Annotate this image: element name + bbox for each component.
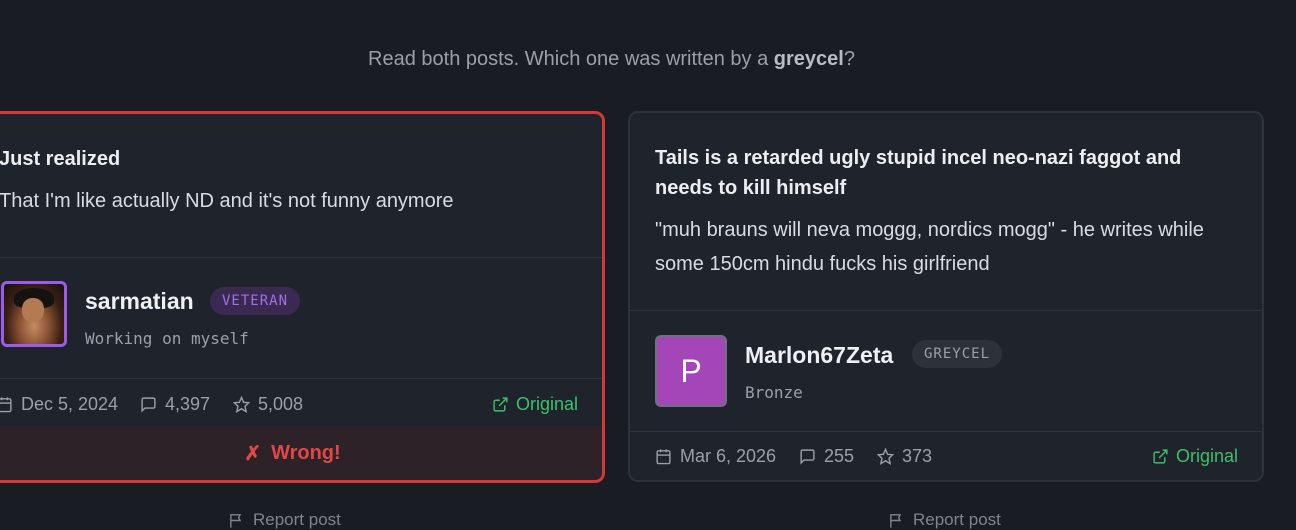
star-icon [877, 448, 894, 465]
comment-icon [141, 397, 156, 413]
star-icon [233, 396, 250, 413]
star-count: 373 [902, 446, 933, 466]
post-card-right[interactable]: Tails is a retarded ugly stupid incel ne… [628, 111, 1264, 482]
cross-icon: ✗ [244, 442, 262, 465]
stars-stat: 373 [877, 446, 932, 467]
original-label: Original [516, 394, 579, 414]
report-post-left[interactable]: Report post [228, 510, 341, 530]
post-content: Just realized That I'm like actually ND … [0, 114, 602, 218]
report-label: Report post [253, 510, 341, 529]
user-subtitle: Working on myself [85, 329, 249, 348]
post-date: Dec 5, 2024 [21, 394, 119, 414]
original-link[interactable]: Original [492, 394, 578, 415]
flag-icon [230, 513, 242, 528]
flag-icon [890, 513, 902, 528]
question-highlight: greycel [773, 48, 844, 70]
reply-count: 255 [824, 446, 855, 466]
post-stats: Dec 5, 2024 4,397 5,008 Original [0, 394, 602, 418]
reply-count: 4,397 [165, 394, 211, 414]
comment-icon [800, 449, 815, 465]
avatar[interactable] [1, 281, 67, 347]
result-label: Wrong! [271, 441, 341, 464]
rank-badge: VETERAN [210, 287, 301, 315]
report-label: Report post [913, 510, 1001, 529]
divider [630, 431, 1262, 432]
question-prefix: Read both posts. Which one was written b… [368, 48, 774, 70]
post-title: Just realized [0, 148, 121, 170]
star-count: 5,008 [258, 394, 304, 414]
question-suffix: ? [843, 48, 855, 70]
calendar-icon [656, 449, 671, 465]
post-date: Mar 6, 2026 [680, 446, 777, 466]
author-row: P Marlon67Zeta GREYCEL Bronze [630, 335, 1262, 407]
external-link-icon [493, 397, 508, 412]
external-link-icon [1153, 449, 1168, 464]
report-post-right[interactable]: Report post [888, 510, 1001, 530]
divider [0, 257, 602, 258]
date-stat: Dec 5, 2024 [0, 394, 118, 415]
post-title: Tails is a retarded ugly stupid incel ne… [655, 147, 1182, 199]
stars-stat: 5,008 [233, 394, 303, 415]
wrong-result-banner: ✗ Wrong! [0, 426, 602, 480]
question-prompt: Read both posts. Which one was written b… [0, 48, 1223, 71]
author-row: sarmatian VETERAN Working on myself [0, 281, 602, 361]
divider [0, 378, 602, 379]
user-subtitle: Bronze [745, 383, 803, 402]
replies-stat: 4,397 [140, 394, 210, 415]
post-text: "muh brauns will neva moggg, nordics mog… [655, 219, 1204, 275]
post-text: That I'm like actually ND and it's not f… [0, 190, 454, 212]
divider [630, 310, 1262, 311]
rank-badge: GREYCEL [912, 340, 1003, 368]
calendar-icon [0, 397, 12, 413]
original-label: Original [1176, 446, 1239, 466]
date-stat: Mar 6, 2026 [655, 446, 776, 467]
post-card-left[interactable]: Just realized That I'm like actually ND … [0, 111, 605, 483]
post-stats: Mar 6, 2026 255 373 Original [630, 446, 1262, 470]
username[interactable]: Marlon67Zeta [745, 342, 893, 369]
original-link[interactable]: Original [1152, 446, 1238, 467]
replies-stat: 255 [799, 446, 854, 467]
username[interactable]: sarmatian [85, 288, 194, 315]
avatar[interactable]: P [655, 335, 727, 407]
post-content: Tails is a retarded ugly stupid incel ne… [630, 113, 1262, 281]
